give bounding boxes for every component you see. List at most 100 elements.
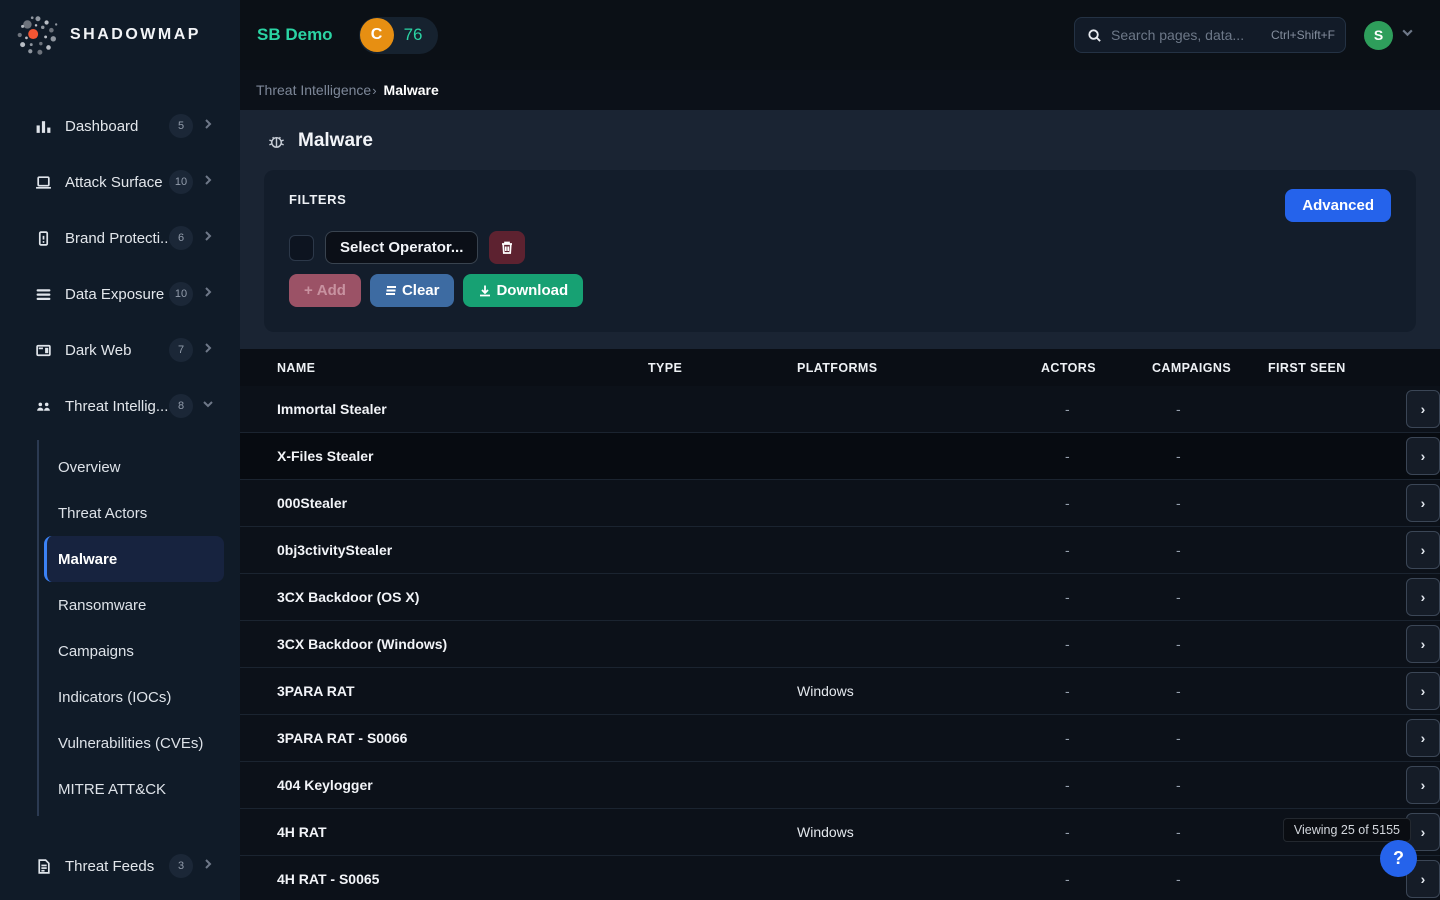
cell-actors: -: [1041, 401, 1152, 417]
cell-actors: -: [1041, 824, 1152, 840]
sidebar-item-label: Threat Feeds: [65, 858, 169, 875]
submenu-item[interactable]: Malware: [44, 536, 224, 582]
content: Malware FILTERS Advanced Select Operator…: [240, 110, 1440, 900]
column-header-name[interactable]: NAME: [240, 361, 648, 375]
select-operator-dropdown[interactable]: Select Operator...: [325, 231, 478, 264]
user-menu[interactable]: S: [1364, 21, 1414, 50]
row-expand-button[interactable]: ›: [1406, 719, 1440, 757]
row-expand-button[interactable]: ›: [1406, 437, 1440, 475]
cell-campaigns: -: [1152, 542, 1268, 558]
table-row[interactable]: 0bj3ctivityStealer - - ›: [240, 527, 1440, 574]
submenu-item[interactable]: MITRE ATT&CK: [39, 766, 240, 812]
clear-button-label: Clear: [402, 282, 440, 299]
submenu-item-label: Indicators (IOCs): [58, 689, 171, 706]
table-row[interactable]: Immortal Stealer - - ›: [240, 386, 1440, 433]
breadcrumb-section[interactable]: Threat Intelligence: [256, 82, 371, 98]
sidebar-item-data-exposure[interactable]: Data Exposure 10: [0, 266, 240, 322]
search-icon: [1087, 28, 1102, 43]
submenu-item[interactable]: Threat Actors: [39, 490, 240, 536]
submenu-item-label: Threat Actors: [58, 505, 147, 522]
row-expand-button[interactable]: ›: [1406, 766, 1440, 804]
table-row[interactable]: 3CX Backdoor (OS X) - - ›: [240, 574, 1440, 621]
add-button-label: Add: [317, 282, 346, 299]
chevron-right-icon: [202, 285, 214, 303]
clear-filters-button[interactable]: Clear: [370, 274, 455, 307]
topbar: SB Demo C 76 Ctrl+Shift+F S: [240, 0, 1440, 70]
chevron-right-icon: ›: [1421, 401, 1426, 417]
filters-heading: FILTERS: [289, 192, 1392, 207]
filter-checkbox[interactable]: [289, 235, 314, 261]
count-badge: 8: [169, 394, 193, 418]
row-expand-button[interactable]: ›: [1406, 672, 1440, 710]
delete-filter-button[interactable]: [489, 231, 525, 264]
security-score-pill[interactable]: C 76: [359, 17, 438, 54]
table-row[interactable]: 3CX Backdoor (Windows) - - ›: [240, 621, 1440, 668]
table-row[interactable]: 3PARA RAT - S0066 - - ›: [240, 715, 1440, 762]
sidebar-item-dark-web[interactable]: Dark Web 7: [0, 322, 240, 378]
search-input[interactable]: [1111, 27, 1271, 43]
column-header-platforms[interactable]: PLATFORMS: [797, 361, 1041, 375]
submenu-item[interactable]: Ransomware: [39, 582, 240, 628]
cell-campaigns: -: [1152, 401, 1268, 417]
table-row[interactable]: 404 Keylogger - - ›: [240, 762, 1440, 809]
cell-name: 4H RAT - S0065: [240, 871, 648, 887]
browser-panel-icon: [34, 341, 52, 359]
chevron-right-icon: ›: [1421, 542, 1426, 558]
chevron-right-icon: [202, 857, 214, 875]
row-expand-button[interactable]: ›: [1406, 531, 1440, 569]
row-expand-button[interactable]: ›: [1406, 484, 1440, 522]
count-badge: 5: [169, 114, 193, 138]
column-header-actors[interactable]: ACTORS: [1041, 361, 1152, 375]
breadcrumb-separator: ›: [372, 83, 376, 98]
cell-name: 3PARA RAT: [240, 683, 648, 699]
add-filter-button[interactable]: + Add: [289, 274, 361, 307]
table-row[interactable]: X-Files Stealer - - ›: [240, 433, 1440, 480]
table-body: Immortal Stealer - - › X-Files Stealer -: [240, 386, 1440, 900]
submenu-item-label: Overview: [58, 459, 121, 476]
submenu-item[interactable]: Vulnerabilities (CVEs): [39, 720, 240, 766]
sidebar-item-threat-feeds[interactable]: Threat Feeds 3: [0, 838, 240, 894]
cell-actors: -: [1041, 542, 1152, 558]
submenu-item[interactable]: Overview: [39, 444, 240, 490]
row-expand-button[interactable]: ›: [1406, 390, 1440, 428]
sidebar-item-threat-intelligence[interactable]: Threat Intellig... 8: [0, 378, 240, 434]
sidebar-item-attack-surface[interactable]: Attack Surface 10: [0, 154, 240, 210]
sidebar: SHADOWMAP Dashboard 5 Attack Surface 10 …: [0, 0, 240, 900]
sidebar-item-brand-protection[interactable]: Brand Protecti... 6: [0, 210, 240, 266]
submenu-item[interactable]: Indicators (IOCs): [39, 674, 240, 720]
count-badge: 3: [169, 854, 193, 878]
sidebar-item-label: Brand Protecti...: [65, 230, 169, 247]
table-row[interactable]: 3PARA RAT Windows - - ›: [240, 668, 1440, 715]
row-expand-button[interactable]: ›: [1406, 578, 1440, 616]
column-header-first-seen[interactable]: FIRST SEEN: [1268, 361, 1400, 375]
stacked-rows-icon: [34, 285, 52, 303]
sidebar-item-label: Data Exposure: [65, 286, 169, 303]
submenu-item-label: Campaigns: [58, 643, 134, 660]
column-header-campaigns[interactable]: CAMPAIGNS: [1152, 361, 1268, 375]
global-search[interactable]: Ctrl+Shift+F: [1074, 17, 1346, 53]
download-button[interactable]: Download: [463, 274, 583, 307]
cell-campaigns: -: [1152, 448, 1268, 464]
table-row[interactable]: 4H RAT - S0065 - - ›: [240, 856, 1440, 900]
table-row[interactable]: 4H RAT Windows - - ›: [240, 809, 1440, 856]
org-name[interactable]: SB Demo: [257, 25, 333, 45]
chevron-down-icon: [1401, 26, 1414, 44]
chevron-right-icon: [202, 117, 214, 135]
avatar[interactable]: S: [1364, 21, 1393, 50]
cell-name: 0bj3ctivityStealer: [240, 542, 648, 558]
sidebar-item-dashboard[interactable]: Dashboard 5: [0, 98, 240, 154]
cell-name: 000Stealer: [240, 495, 648, 511]
advanced-button[interactable]: Advanced: [1285, 189, 1391, 222]
chevron-down-icon: [202, 397, 214, 415]
table-row[interactable]: 000Stealer - - ›: [240, 480, 1440, 527]
help-button[interactable]: ?: [1380, 840, 1417, 877]
chevron-right-icon: ›: [1421, 495, 1426, 511]
cell-campaigns: -: [1152, 871, 1268, 887]
brand-logo[interactable]: SHADOWMAP: [0, 0, 240, 70]
row-expand-button[interactable]: ›: [1406, 625, 1440, 663]
cell-name: 4H RAT: [240, 824, 648, 840]
column-header-type[interactable]: TYPE: [648, 361, 797, 375]
count-badge: 7: [169, 338, 193, 362]
cell-campaigns: -: [1152, 683, 1268, 699]
submenu-item[interactable]: Campaigns: [39, 628, 240, 674]
